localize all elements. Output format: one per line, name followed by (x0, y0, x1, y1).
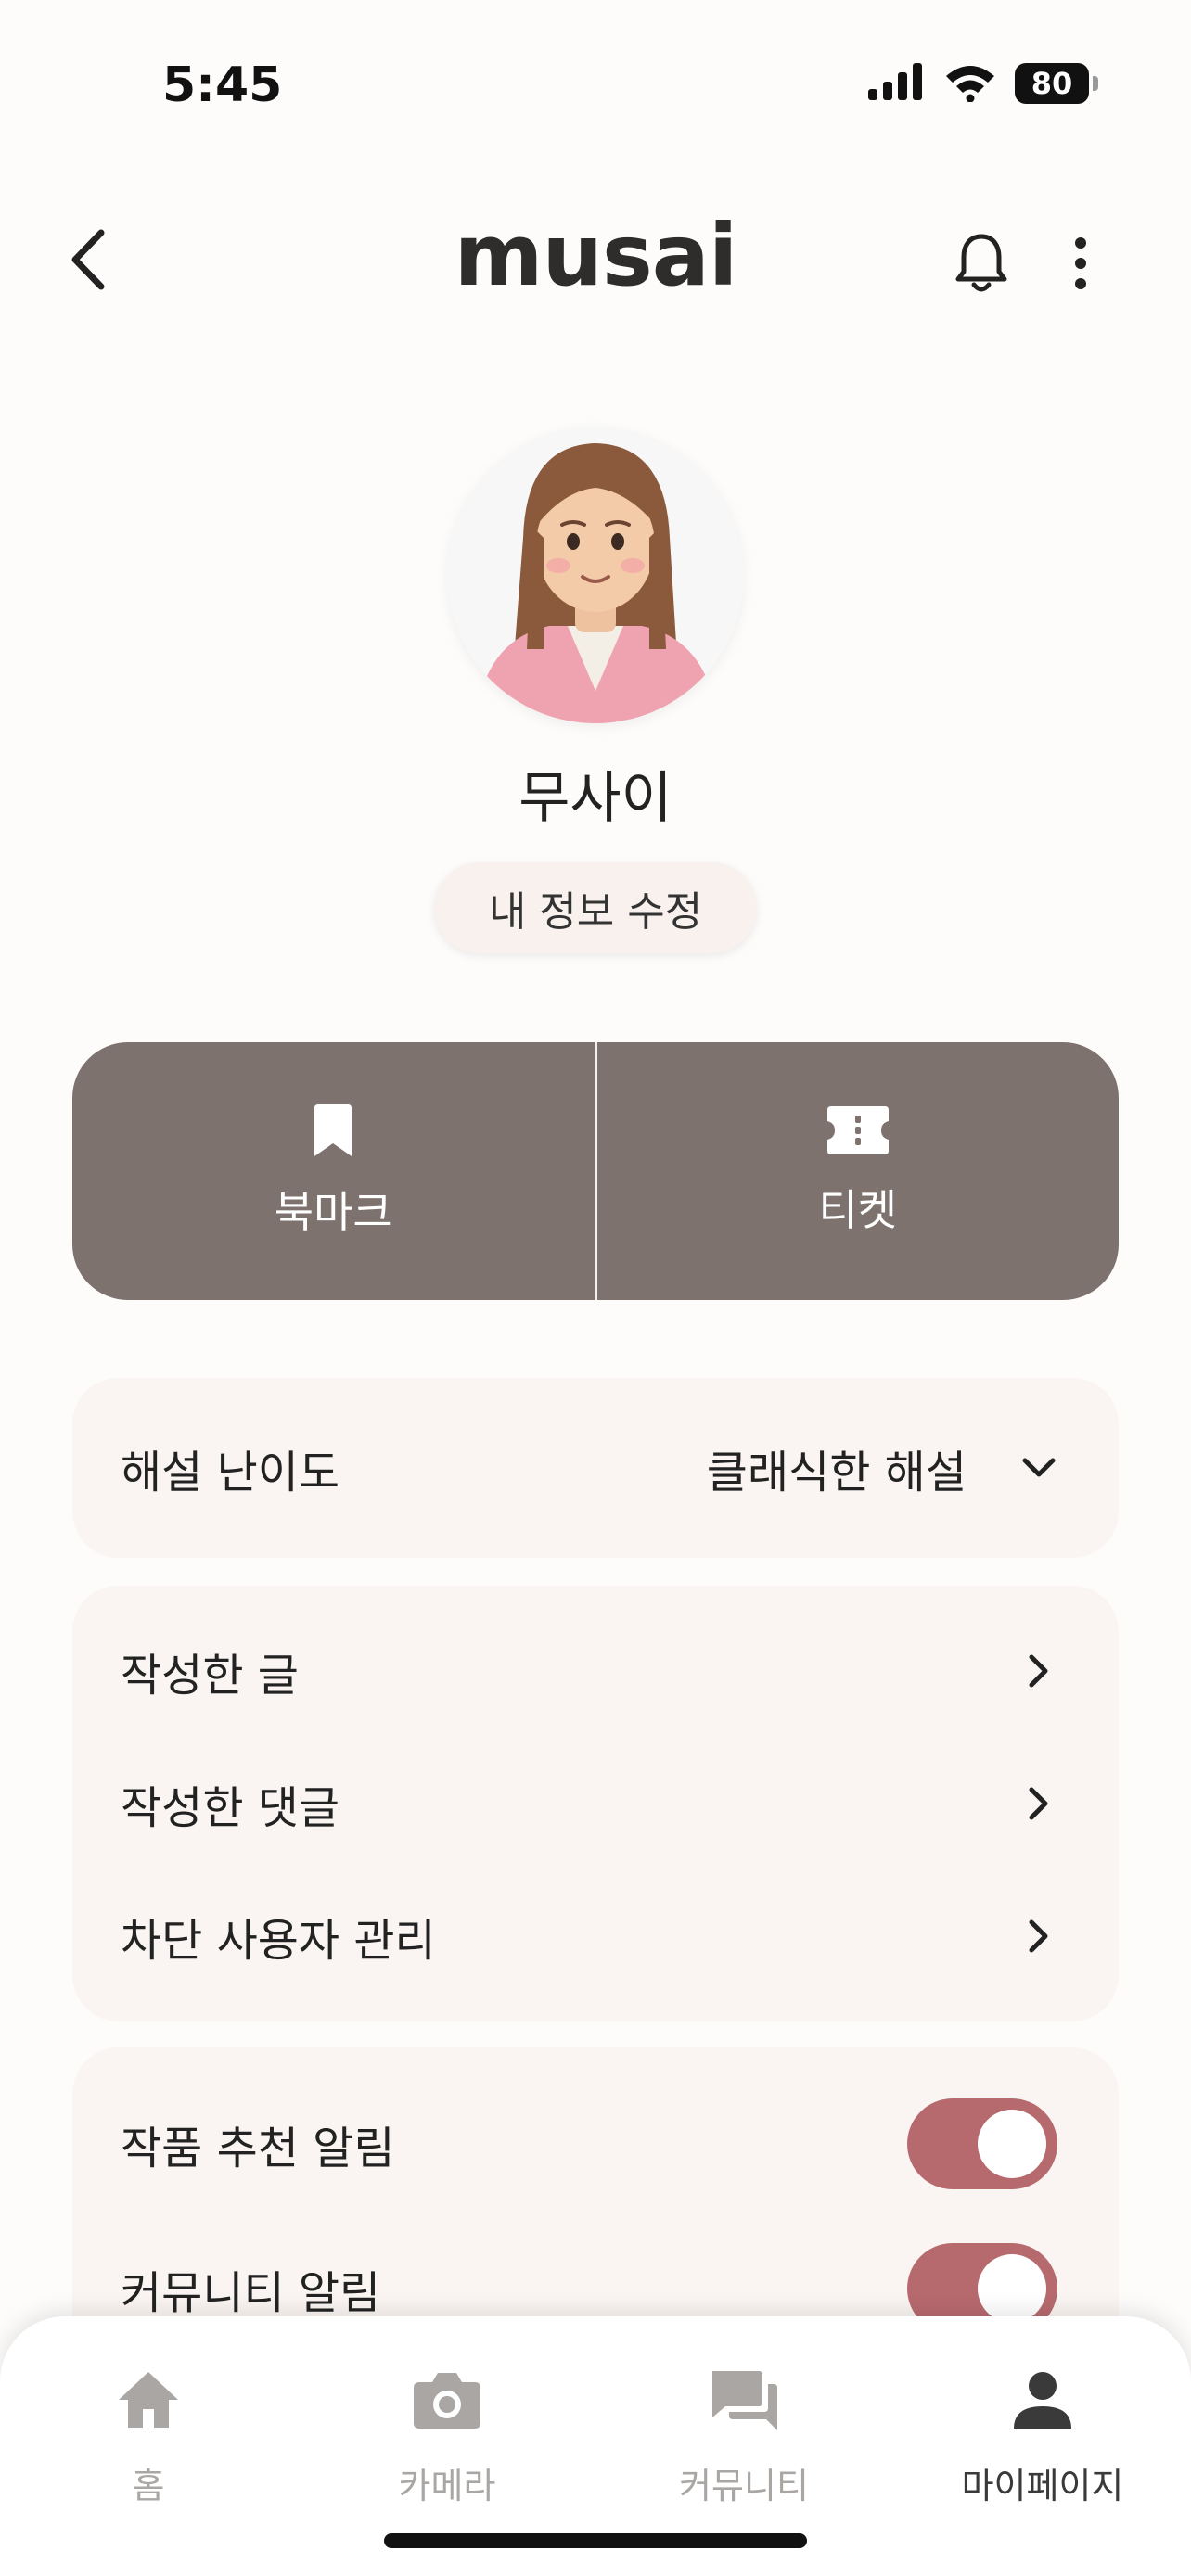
menu-item-label: 작성한 글 (121, 1650, 299, 1702)
nav-mypage[interactable]: 마이페이지 (927, 2363, 1159, 2508)
status-icons: 80 (866, 61, 1098, 106)
ticket-label: 티켓 (818, 1185, 898, 1235)
bookmark-label: 북마크 (274, 1187, 392, 1237)
difficulty-label: 해설 난이도 (121, 1447, 340, 1498)
notification-label: 커뮤니티 알림 (121, 2267, 381, 2319)
bookmark-icon (314, 1104, 352, 1156)
bell-icon (955, 234, 1007, 292)
camera-icon (410, 2363, 484, 2437)
home-indicator (384, 2533, 807, 2548)
activity-card: 작성한 글 작성한 댓글 차단 사용자 관리 (72, 1586, 1119, 2021)
menu-item-label: 작성한 댓글 (121, 1782, 340, 1834)
app-title: musai (454, 206, 738, 305)
menu-item-blocked-users[interactable]: 차단 사용자 관리 (72, 1881, 1119, 1992)
toggle-knob (978, 2254, 1046, 2323)
notification-button[interactable] (951, 230, 1012, 297)
difficulty-selector[interactable]: 해설 난이도 클래식한 해설 (72, 1412, 1119, 1524)
profile-avatar (447, 427, 744, 723)
chevron-right-icon (1020, 1918, 1057, 1955)
status-time: 5:45 (162, 57, 283, 113)
cellular-signal-icon (866, 61, 926, 106)
nav-community[interactable]: 커뮤니티 (628, 2363, 860, 2508)
chevron-down-icon (1020, 1449, 1057, 1486)
toggle-knob (978, 2110, 1046, 2178)
nav-home[interactable]: 홈 (32, 2363, 264, 2508)
nav-label: 커뮤니티 (679, 2466, 809, 2506)
person-icon (1005, 2363, 1080, 2437)
bookmark-button[interactable]: 북마크 (72, 1042, 595, 1300)
chevron-right-icon (1020, 1785, 1057, 1822)
nav-label: 홈 (132, 2466, 165, 2506)
home-icon (111, 2363, 186, 2437)
difficulty-card: 해설 난이도 클래식한 해설 (72, 1378, 1119, 1558)
edit-profile-button[interactable]: 내 정보 수정 (434, 862, 757, 953)
ticket-icon (826, 1106, 889, 1154)
nav-label: 마이페이지 (961, 2466, 1124, 2506)
nav-label: 카메라 (398, 2466, 496, 2506)
chat-icon (707, 2363, 781, 2437)
more-options-button[interactable] (1057, 230, 1104, 297)
notification-row-artwork: 작품 추천 알림 (72, 2088, 1119, 2200)
artwork-recommendation-toggle[interactable] (907, 2098, 1057, 2189)
wifi-icon (942, 61, 998, 106)
nav-camera[interactable]: 카메라 (331, 2363, 563, 2508)
profile-name: 무사이 (519, 766, 672, 831)
chevron-right-icon (1020, 1652, 1057, 1690)
battery-icon: 80 (1015, 63, 1098, 104)
ticket-button[interactable]: 티켓 (597, 1042, 1120, 1300)
menu-item-my-posts[interactable]: 작성한 글 (72, 1615, 1119, 1727)
difficulty-value: 클래식한 해설 (706, 1447, 967, 1498)
menu-item-my-comments[interactable]: 작성한 댓글 (72, 1748, 1119, 1859)
quick-actions: 북마크 티켓 (72, 1042, 1119, 1300)
more-vertical-icon (1075, 237, 1086, 289)
notification-label: 작품 추천 알림 (121, 2123, 395, 2174)
menu-item-label: 차단 사용자 관리 (121, 1915, 436, 1967)
